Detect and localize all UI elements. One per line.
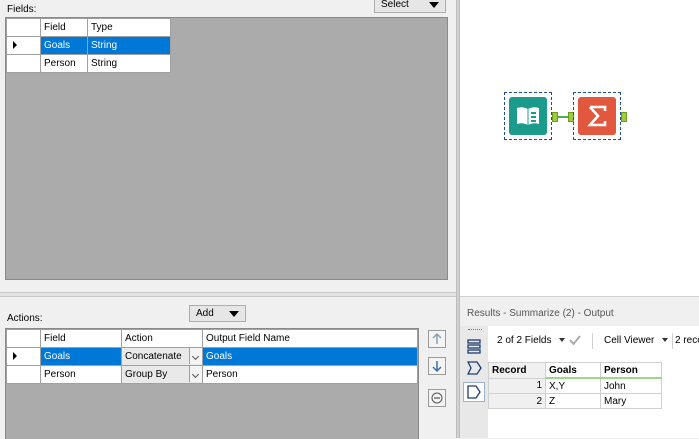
type-cell[interactable]: String [87, 54, 171, 73]
add-dropdown-label: Add [196, 308, 214, 319]
results-sidebar [460, 326, 489, 438]
fields-label: Fields: [7, 4, 37, 15]
actions-grid-header-row: Field Action Output Field Name [6, 329, 418, 348]
action-dropdown[interactable]: Group By [121, 365, 203, 384]
fields-grid-header-row: Field Type [6, 18, 171, 37]
fields-grid: Field Type Goals String Person String [6, 18, 171, 73]
row-selector[interactable] [6, 36, 41, 55]
column-header-goals[interactable]: Goals [545, 362, 601, 379]
fields-count: 2 of 2 Fields [497, 335, 552, 346]
output-field-name-cell[interactable]: Goals [202, 347, 418, 366]
select-dropdown-label: Select [381, 0, 409, 10]
record-cell[interactable]: 2 [488, 393, 546, 409]
tag-icon [466, 361, 482, 375]
workflow-canvas[interactable] [460, 0, 699, 296]
horizontal-splitter[interactable] [0, 292, 456, 297]
field-cell[interactable]: Person [40, 54, 88, 73]
minus-circle-icon [431, 392, 443, 404]
move-down-button[interactable] [428, 357, 446, 375]
actions-grid-area: Field Action Output Field Name Goals Con… [5, 328, 419, 439]
chevron-down-icon [559, 338, 566, 343]
results-window: Results - Summarize (2) - Output 2 of 2 … [460, 296, 699, 438]
goals-cell[interactable]: X,Y [545, 377, 601, 394]
arrow-up-icon [432, 333, 442, 344]
data-tag-icon [467, 385, 481, 399]
column-header-person[interactable]: Person [600, 362, 662, 379]
row-header-corner [6, 18, 41, 37]
column-header-field[interactable]: Field [40, 18, 88, 37]
input-data-tool[interactable] [504, 92, 552, 140]
cell-viewer-dropdown[interactable]: Cell Viewer [604, 335, 669, 346]
results-header: Results - Summarize (2) - Output [460, 296, 699, 327]
add-dropdown[interactable]: Add [189, 305, 246, 322]
checkmark-icon [569, 335, 581, 346]
field-cell[interactable]: Goals [40, 347, 122, 366]
record-cell[interactable]: 1 [488, 377, 546, 394]
table-row[interactable]: Person String [6, 54, 171, 73]
column-header-field[interactable]: Field [40, 329, 122, 348]
action-value: Concatenate [125, 351, 182, 362]
toolbar-divider [592, 333, 593, 349]
current-row-arrow-icon [13, 41, 17, 50]
fields-selector[interactable]: 2 of 2 Fields [497, 335, 566, 346]
person-cell[interactable]: Mary [600, 393, 662, 409]
grip-icon [468, 329, 482, 332]
table-row[interactable]: 1 X,Y John [488, 377, 662, 394]
configuration-panel: Fields: Select Field Type Goals String P… [0, 0, 456, 439]
toolbar-divider [672, 333, 673, 349]
actions-grid: Field Action Output Field Name Goals Con… [6, 329, 418, 384]
apply-checkmark-button[interactable] [568, 333, 582, 350]
results-grid: Record Goals Person 1 X,Y John 2 Z Mary [488, 362, 662, 409]
action-value: Group By [125, 369, 168, 380]
move-up-button[interactable] [428, 330, 446, 348]
field-cell[interactable]: Person [40, 365, 122, 384]
record-count: 2 reco [675, 335, 699, 346]
fields-grid-area: Field Type Goals String Person String [5, 17, 448, 280]
field-cell[interactable]: Goals [40, 36, 88, 55]
column-header-record[interactable]: Record [488, 362, 546, 379]
goals-cell[interactable]: Z [545, 393, 601, 409]
list-icon [467, 339, 481, 354]
results-title: Results - Summarize (2) - Output [467, 308, 614, 319]
chevron-down-icon [662, 338, 669, 343]
output-field-name-cell[interactable]: Person [202, 365, 418, 384]
column-header-type[interactable]: Type [87, 18, 171, 37]
row-selector[interactable] [6, 365, 41, 384]
arrow-down-icon [432, 361, 442, 372]
column-header-output-field-name[interactable]: Output Field Name [202, 329, 418, 348]
table-view-button[interactable] [465, 338, 483, 354]
action-dropdown[interactable]: Concatenate [121, 347, 203, 366]
current-row-arrow-icon [13, 352, 17, 361]
table-row[interactable]: Goals Concatenate Goals [6, 347, 418, 366]
table-row[interactable]: Goals String [6, 36, 171, 55]
remove-action-button[interactable] [428, 389, 446, 407]
book-icon [509, 97, 547, 135]
output-anchor[interactable] [621, 112, 627, 122]
chevron-down-icon [429, 2, 439, 8]
summarize-tool[interactable] [573, 92, 621, 140]
sigma-icon [578, 97, 616, 135]
results-toolbar: 2 of 2 Fields Cell Viewer 2 reco [488, 326, 699, 355]
data-view-button[interactable] [463, 382, 485, 402]
row-selector[interactable] [6, 54, 41, 73]
metadata-view-button[interactable] [465, 360, 483, 376]
row-selector[interactable] [6, 347, 41, 366]
results-grid-area: Record Goals Person 1 X,Y John 2 Z Mary [488, 354, 699, 438]
column-header-action[interactable]: Action [121, 329, 203, 348]
type-cell[interactable]: String [87, 36, 171, 55]
chevron-down-icon [229, 311, 239, 317]
cell-viewer-label: Cell Viewer [604, 335, 655, 346]
chevron-down-icon[interactable] [189, 366, 202, 382]
results-header-row: Record Goals Person [488, 362, 662, 379]
table-row[interactable]: Person Group By Person [6, 365, 418, 384]
select-dropdown[interactable]: Select [374, 0, 446, 13]
row-header-corner [6, 329, 41, 348]
table-row[interactable]: 2 Z Mary [488, 393, 662, 409]
actions-label: Actions: [7, 313, 43, 324]
chevron-down-icon[interactable] [189, 348, 202, 364]
person-cell[interactable]: John [600, 377, 662, 394]
